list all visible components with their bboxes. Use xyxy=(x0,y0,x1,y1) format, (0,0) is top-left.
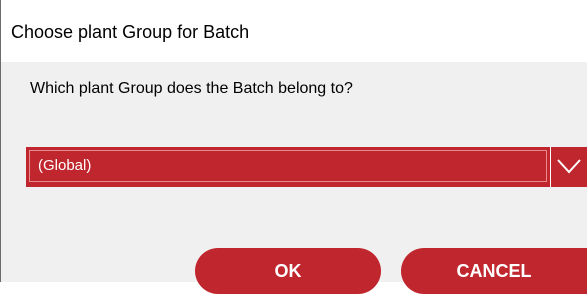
plant-group-select-value: (Global) xyxy=(38,157,92,174)
choose-plant-group-dialog: Choose plant Group for Batch Which plant… xyxy=(0,0,587,294)
dialog-content: Which plant Group does the Batch belong … xyxy=(1,62,587,294)
plant-group-select-focus-ring: (Global) xyxy=(29,150,547,182)
ok-button[interactable]: OK xyxy=(195,248,381,294)
dialog-title: Choose plant Group for Batch xyxy=(11,22,250,42)
question-label: Which plant Group does the Batch belong … xyxy=(30,80,353,97)
select-divider xyxy=(550,147,551,187)
cancel-button[interactable]: CANCEL xyxy=(401,248,587,294)
chevron-down-icon[interactable] xyxy=(556,156,582,176)
dialog-title-bar: Choose plant Group for Batch xyxy=(1,0,587,62)
plant-group-select[interactable]: (Global) xyxy=(26,147,587,187)
